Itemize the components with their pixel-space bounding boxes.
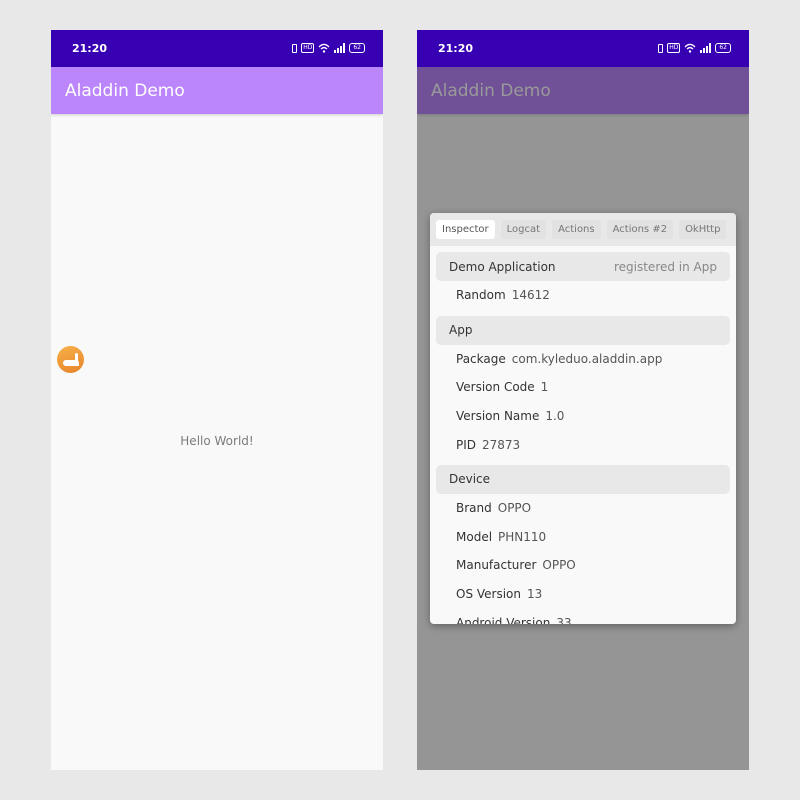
- item-value: 33: [556, 615, 572, 624]
- item-label: Version Name: [456, 409, 540, 424]
- lamp-icon: [63, 360, 79, 366]
- aladdin-panel: Inspector Logcat Actions Actions #2 OkHt…: [430, 213, 736, 624]
- app-bar: Aladdin Demo: [51, 67, 383, 114]
- item-label: OS Version: [456, 587, 522, 602]
- list-item-random: Random 14612: [430, 281, 736, 310]
- item-value: 14612: [511, 288, 550, 303]
- phone-screen-main: 21:20 HD 62 Aladdin Demo Hello World!: [51, 30, 383, 770]
- signal-icon: [334, 43, 346, 53]
- panel-tab-bar: Inspector Logcat Actions Actions #2 OkHt…: [430, 213, 736, 246]
- tab-actions[interactable]: Actions: [552, 220, 601, 239]
- status-icons: HD 62: [658, 43, 731, 53]
- item-value: 13: [527, 587, 543, 602]
- list-item-os-version: OS Version 13: [430, 580, 736, 609]
- section-title: Device: [449, 472, 491, 487]
- wifi-icon: [318, 43, 330, 53]
- aladdin-floating-button[interactable]: [57, 346, 84, 373]
- item-label: Manufacturer: [456, 558, 537, 573]
- wifi-icon: [684, 43, 696, 53]
- item-value: 27873: [482, 437, 521, 452]
- inspector-list[interactable]: Demo Application registered in App Rando…: [430, 246, 736, 624]
- item-value: PHN110: [498, 529, 547, 544]
- item-label: Model: [456, 529, 493, 544]
- hd-icon: HD: [301, 43, 315, 53]
- vibrate-icon: [658, 43, 664, 53]
- battery-icon: 62: [715, 43, 731, 53]
- hd-icon: HD: [667, 43, 681, 53]
- list-item-android-version: Android Version 33: [430, 608, 736, 624]
- section-title: App: [449, 323, 473, 338]
- list-item-brand: Brand OPPO: [430, 494, 736, 523]
- item-label: Package: [456, 351, 506, 366]
- status-bar: 21:20 HD 62: [417, 30, 749, 67]
- tab-logcat[interactable]: Logcat: [500, 220, 547, 239]
- section-note: registered in App: [613, 259, 717, 274]
- list-item-model: Model PHN110: [430, 523, 736, 552]
- item-label: Android Version: [456, 615, 551, 624]
- status-icons: HD 62: [292, 43, 365, 53]
- item-label: Version Code: [456, 380, 535, 395]
- tab-inspector[interactable]: Inspector: [436, 220, 495, 239]
- item-label: Brand: [456, 501, 492, 516]
- list-item-package: Package com.kyleduo.aladdin.app: [430, 345, 736, 374]
- tab-okhttp[interactable]: OkHttp: [679, 220, 727, 239]
- list-item-manufacturer: Manufacturer OPPO: [430, 551, 736, 580]
- signal-icon: [700, 43, 712, 53]
- hello-text: Hello World!: [180, 434, 254, 448]
- app-title: Aladdin Demo: [65, 81, 185, 101]
- list-item-version-name: Version Name 1.0: [430, 402, 736, 431]
- item-value: 1.0: [545, 409, 565, 424]
- phone-screen-inspector: 21:20 HD 62 Aladdin Demo Hello World! In…: [417, 30, 749, 770]
- vibrate-icon: [292, 43, 298, 53]
- item-value: com.kyleduo.aladdin.app: [511, 351, 663, 366]
- item-label: PID: [456, 437, 477, 452]
- section-header-device: Device: [436, 464, 730, 494]
- list-item-pid: PID 27873: [430, 430, 736, 459]
- status-bar: 21:20 HD 62: [51, 30, 383, 67]
- list-item-version-code: Version Code 1: [430, 373, 736, 402]
- section-title: Demo Application: [449, 259, 556, 274]
- item-value: 1: [540, 380, 549, 395]
- item-value: OPPO: [497, 501, 532, 516]
- item-label: Random: [456, 288, 506, 303]
- status-time: 21:20: [438, 42, 474, 55]
- section-header-demo-application: Demo Application registered in App: [436, 252, 730, 281]
- main-content: Hello World!: [51, 114, 383, 770]
- tab-actions-2[interactable]: Actions #2: [606, 220, 674, 239]
- battery-icon: 62: [349, 43, 365, 53]
- section-header-app: App: [436, 315, 730, 345]
- item-value: OPPO: [542, 558, 576, 573]
- status-time: 21:20: [72, 42, 108, 55]
